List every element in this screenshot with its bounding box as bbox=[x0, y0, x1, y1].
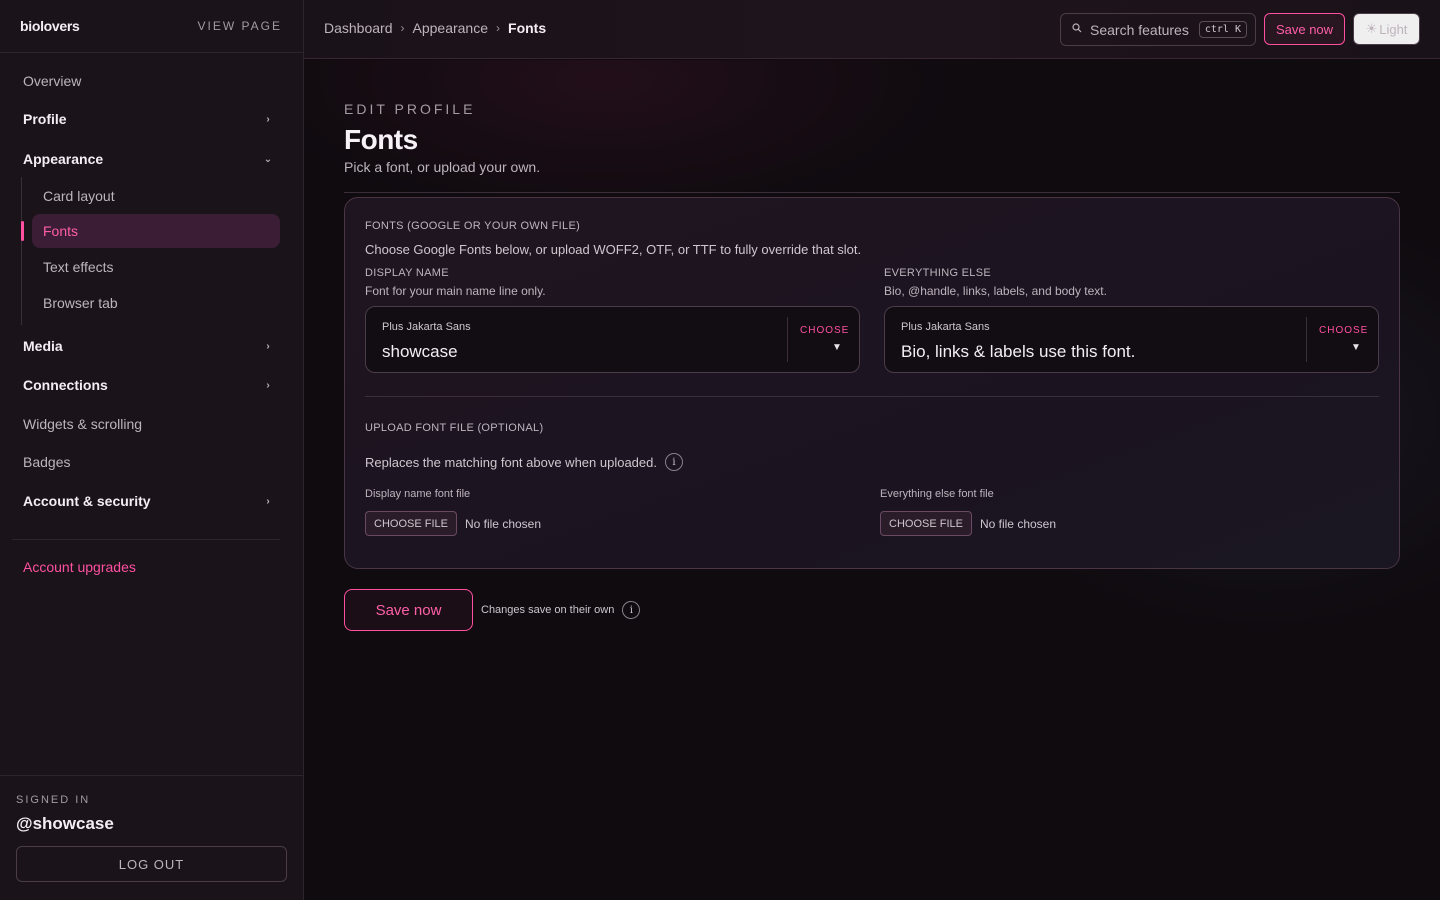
display-file-label: Display name font file bbox=[365, 488, 471, 500]
theme-toggle-label: Light bbox=[1379, 21, 1408, 37]
fonts-card: FONTS (GOOGLE OR YOUR OWN FILE) Choose G… bbox=[344, 197, 1400, 569]
sidebar-item-badges[interactable]: Badges bbox=[23, 450, 273, 474]
sidebar-item-profile[interactable]: Profile › bbox=[23, 107, 273, 131]
display-file-input: CHOOSE FILE No file chosen bbox=[365, 511, 541, 536]
body-choose-file-button[interactable]: CHOOSE FILE bbox=[880, 511, 972, 536]
sidebar-item-label: Card layout bbox=[43, 188, 115, 204]
display-name-description: Font for your main name line only. bbox=[365, 284, 546, 298]
everything-else-heading: EVERYTHING ELSE bbox=[884, 267, 991, 279]
save-note: Changes save on their own i bbox=[481, 601, 641, 619]
sidebar-item-label: Browser tab bbox=[43, 295, 118, 311]
choose-label: CHOOSE bbox=[1319, 325, 1369, 336]
main-content: EDIT PROFILE Fonts Pick a font, or uploa… bbox=[304, 60, 1440, 900]
sidebar: biolovers VIEW PAGE Overview Profile › A… bbox=[0, 0, 304, 900]
display-font-sample: showcase bbox=[382, 342, 458, 361]
sidebar-item-label: Overview bbox=[23, 73, 82, 89]
topbar: Dashboard › Appearance › Fonts Search fe… bbox=[304, 0, 1440, 59]
display-name-heading: DISPLAY NAME bbox=[365, 267, 449, 279]
save-note-text: Changes save on their own bbox=[481, 604, 615, 616]
upload-description-row: Replaces the matching font above when up… bbox=[365, 453, 683, 471]
sidebar-item-label: Appearance bbox=[23, 151, 104, 167]
active-indicator bbox=[21, 221, 24, 241]
choose-label: CHOOSE bbox=[800, 325, 850, 336]
header-divider bbox=[344, 192, 1400, 193]
sidebar-item-label: Widgets & scrolling bbox=[23, 416, 143, 432]
chevron-right-icon: › bbox=[266, 340, 270, 352]
search-shortcut: ctrl K bbox=[1198, 21, 1247, 38]
brand-row: biolovers VIEW PAGE bbox=[0, 0, 303, 53]
fonts-card-description: Choose Google Fonts below, or upload WOF… bbox=[365, 242, 862, 257]
breadcrumb-dashboard[interactable]: Dashboard bbox=[324, 20, 393, 36]
chevron-down-icon: ⌄ bbox=[263, 153, 273, 165]
display-font-choose[interactable]: CHOOSE ▼ bbox=[787, 317, 859, 362]
everything-else-description: Bio, @handle, links, labels, and body te… bbox=[884, 284, 1107, 298]
upload-heading: UPLOAD FONT FILE (OPTIONAL) bbox=[365, 422, 544, 434]
user-handle: @showcase bbox=[16, 814, 114, 833]
sidebar-subitem-card-layout[interactable]: Card layout bbox=[32, 179, 280, 213]
sidebar-subitem-fonts[interactable]: Fonts bbox=[32, 214, 280, 248]
sidebar-item-label: Fonts bbox=[43, 223, 79, 239]
body-file-input: CHOOSE FILE No file chosen bbox=[880, 511, 1056, 536]
search-features-input[interactable]: Search features ctrl K bbox=[1060, 13, 1256, 46]
theme-toggle-button[interactable]: ☀ Light bbox=[1353, 13, 1420, 45]
fonts-card-heading: FONTS (GOOGLE OR YOUR OWN FILE) bbox=[365, 220, 581, 232]
sidebar-item-appearance[interactable]: Appearance ⌄ bbox=[23, 147, 273, 171]
caret-down-icon: ▼ bbox=[1351, 342, 1361, 353]
nav-divider bbox=[12, 539, 280, 540]
sidebar-item-label: Badges bbox=[23, 454, 71, 470]
info-icon[interactable]: i bbox=[664, 453, 683, 471]
save-now-button[interactable]: Save now bbox=[1264, 13, 1345, 45]
save-now-bottom-button[interactable]: Save now bbox=[344, 589, 473, 631]
signed-in-panel: SIGNED IN @showcase LOG OUT bbox=[0, 775, 303, 900]
account-upgrades-link[interactable]: Account upgrades bbox=[23, 559, 136, 575]
body-file-status: No file chosen bbox=[979, 516, 1057, 531]
logout-button[interactable]: LOG OUT bbox=[16, 846, 287, 882]
body-font-name: Plus Jakarta Sans bbox=[901, 321, 990, 333]
breadcrumb-current: Fonts bbox=[508, 20, 547, 36]
body-font-sample: Bio, links & labels use this font. bbox=[901, 342, 1136, 361]
search-placeholder: Search features bbox=[1090, 21, 1189, 38]
chevron-right-icon: › bbox=[266, 495, 270, 507]
chevron-right-icon: › bbox=[266, 379, 270, 391]
page-subtitle: Pick a font, or upload your own. bbox=[344, 159, 541, 175]
sidebar-item-media[interactable]: Media › bbox=[23, 334, 273, 358]
sidebar-item-label: Connections bbox=[23, 377, 108, 393]
display-font-select[interactable]: Plus Jakarta Sans showcase CHOOSE ▼ bbox=[365, 306, 860, 373]
page-eyebrow: EDIT PROFILE bbox=[344, 101, 476, 117]
display-choose-file-button[interactable]: CHOOSE FILE bbox=[365, 511, 457, 536]
info-icon[interactable]: i bbox=[622, 601, 641, 619]
sidebar-subitem-text-effects[interactable]: Text effects bbox=[32, 250, 280, 284]
display-file-status: No file chosen bbox=[464, 516, 542, 531]
breadcrumb: Dashboard › Appearance › Fonts bbox=[324, 20, 546, 36]
sidebar-item-label: Account & security bbox=[23, 493, 151, 509]
sidebar-item-connections[interactable]: Connections › bbox=[23, 373, 273, 397]
sidebar-subitem-browser-tab[interactable]: Browser tab bbox=[32, 286, 280, 320]
breadcrumb-separator-icon: › bbox=[496, 21, 501, 35]
body-font-select[interactable]: Plus Jakarta Sans Bio, links & labels us… bbox=[884, 306, 1379, 373]
upload-description: Replaces the matching font above when up… bbox=[365, 454, 657, 470]
sidebar-item-label: Profile bbox=[23, 111, 67, 127]
chevron-right-icon: › bbox=[266, 113, 270, 125]
sidebar-item-widgets[interactable]: Widgets & scrolling bbox=[23, 412, 273, 436]
brand-logo[interactable]: biolovers bbox=[20, 18, 80, 34]
breadcrumb-separator-icon: › bbox=[400, 21, 405, 35]
page-title: Fonts bbox=[344, 124, 418, 155]
signed-in-label: SIGNED IN bbox=[16, 794, 91, 806]
sun-icon: ☀ bbox=[1365, 21, 1378, 36]
view-page-link[interactable]: VIEW PAGE bbox=[198, 19, 282, 33]
sidebar-item-account-security[interactable]: Account & security › bbox=[23, 489, 273, 513]
subnav-line bbox=[21, 177, 22, 325]
card-divider bbox=[365, 396, 1379, 397]
display-font-name: Plus Jakarta Sans bbox=[382, 321, 471, 333]
breadcrumb-appearance[interactable]: Appearance bbox=[413, 20, 489, 36]
caret-down-icon: ▼ bbox=[832, 342, 842, 353]
body-file-label: Everything else font file bbox=[880, 488, 994, 500]
sidebar-item-label: Text effects bbox=[43, 259, 114, 275]
body-font-choose[interactable]: CHOOSE ▼ bbox=[1306, 317, 1378, 362]
search-icon bbox=[1072, 23, 1082, 36]
sidebar-item-label: Media bbox=[23, 338, 63, 354]
sidebar-item-overview[interactable]: Overview bbox=[23, 69, 273, 93]
